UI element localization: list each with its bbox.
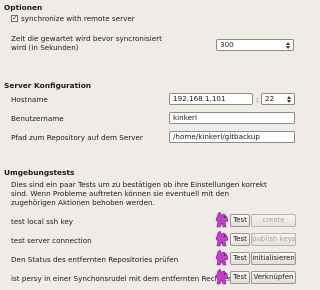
repo-path-label: Pfad zum Repository auf dem Server <box>11 133 143 142</box>
create-button[interactable]: create <box>251 214 296 227</box>
port-spinner[interactable]: 22 <box>261 93 295 105</box>
pink-pony-icon <box>215 269 229 285</box>
hostname-label: Hostname <box>11 95 48 104</box>
test-row-label: ist persy in einer Synchonsrudel mit dem… <box>11 274 232 283</box>
checkmark-icon: ✓ <box>12 14 18 22</box>
spin-arrows-icon[interactable] <box>285 94 293 104</box>
test-button[interactable]: Test <box>230 214 250 227</box>
test-row-label: Den Status des entfernten Repositories p… <box>11 255 179 264</box>
test-row-label: test local ssh key <box>11 217 74 226</box>
pink-pony-icon <box>215 231 229 247</box>
link-button[interactable]: Verknüpfen <box>251 271 296 284</box>
username-input[interactable]: kinkerl <box>169 112 295 124</box>
publish-keys-button[interactable]: publish keys <box>251 233 296 246</box>
test-button[interactable]: Test <box>230 233 250 246</box>
tests-heading: Umgebungstests <box>4 168 75 177</box>
pink-pony-icon <box>215 212 229 228</box>
wait-seconds-spinner[interactable]: 300 <box>216 39 294 51</box>
hostname-input[interactable]: 192.168.1.101 <box>169 93 253 105</box>
port-value: 22 <box>265 94 275 103</box>
wait-seconds-value: 300 <box>220 40 234 49</box>
sync-label: synchronize with remote server <box>21 14 135 23</box>
port-separator: : <box>256 95 259 104</box>
test-row-label: test server connection <box>11 236 92 245</box>
sync-checkbox[interactable]: ✓ <box>11 15 18 22</box>
username-label: Benutzername <box>11 114 64 123</box>
server-heading: Server Konfiguration <box>4 81 92 90</box>
tests-description: Dies sind ein paar Tests um zu bestätige… <box>11 180 267 207</box>
spin-arrows-icon[interactable] <box>284 40 292 50</box>
repo-path-input[interactable]: /home/kinkerl/gitbackup <box>169 131 295 143</box>
pink-pony-icon <box>215 250 229 266</box>
wait-label: Zeit die gewartet wird bevor syncronisie… <box>11 34 162 52</box>
optionen-heading: Optionen <box>4 3 43 12</box>
initialize-button[interactable]: initialisieren <box>251 252 296 265</box>
test-button[interactable]: Test <box>230 252 250 265</box>
test-button[interactable]: Test <box>230 271 250 284</box>
